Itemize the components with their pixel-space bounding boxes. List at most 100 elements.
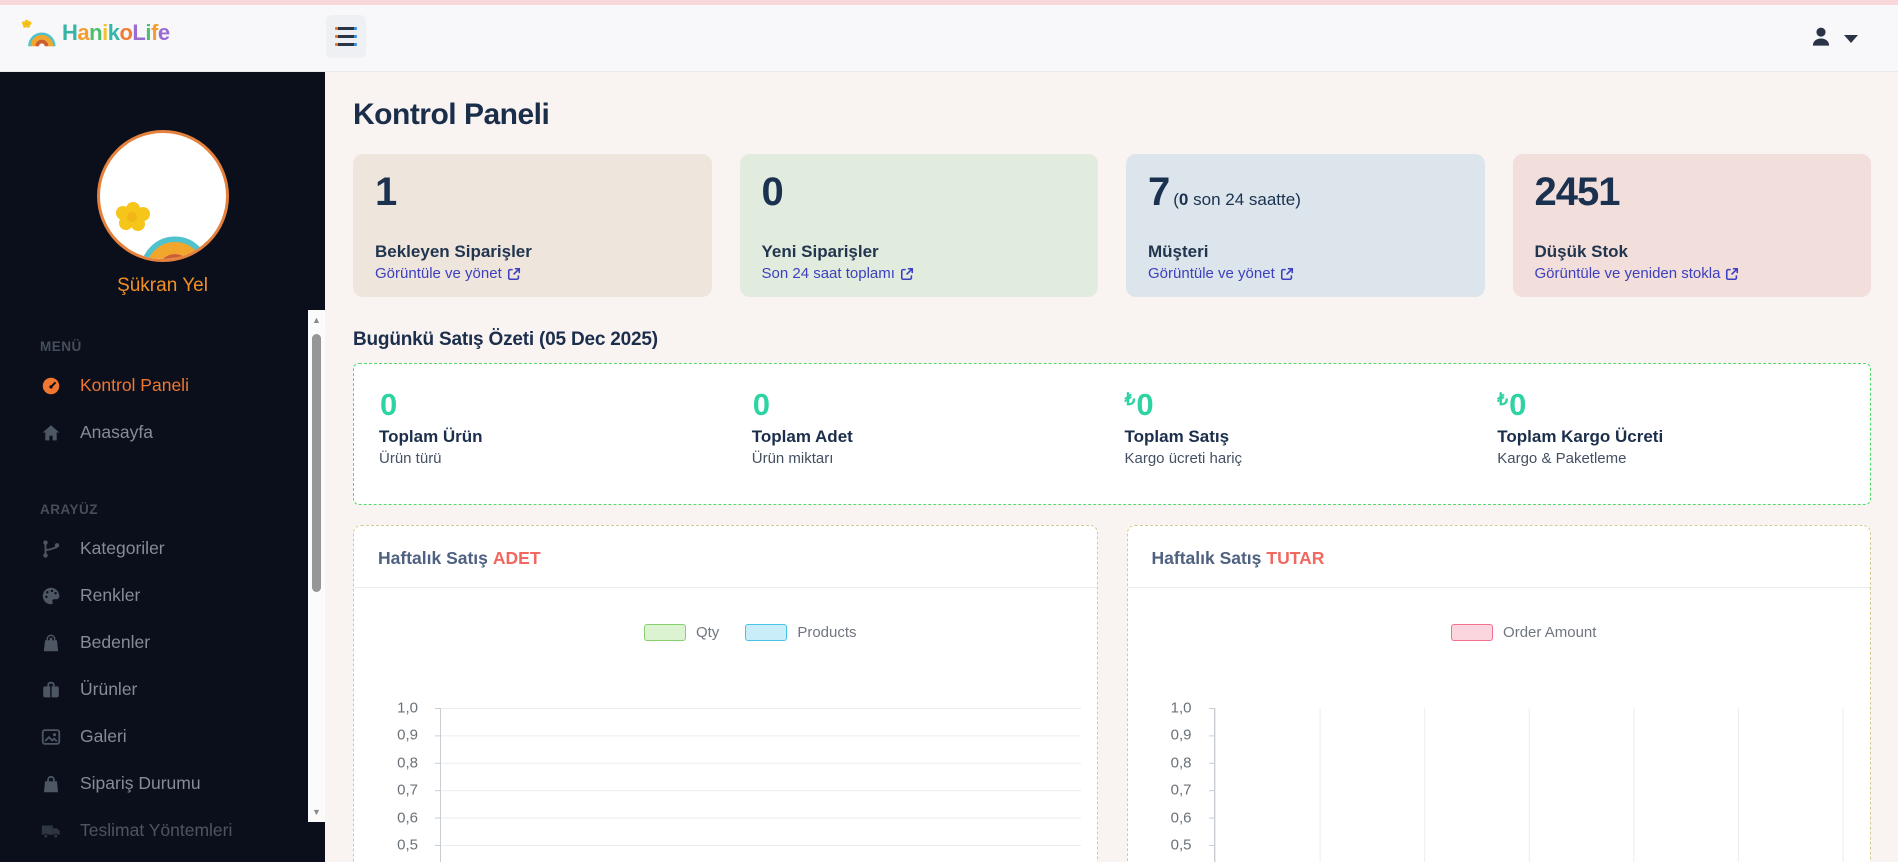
- truck-icon: [41, 825, 60, 839]
- stat-value: 2451: [1534, 170, 1621, 214]
- external-link-icon: [1280, 267, 1293, 280]
- chart-legend: Order Amount: [1128, 588, 1871, 641]
- legend-swatch: [745, 624, 788, 641]
- chart-title: Haftalık Satış TUTAR: [1127, 526, 1870, 588]
- chart-tag: ADET: [492, 548, 541, 568]
- y-tick: 0,6: [397, 809, 418, 827]
- y-tick: 1,0: [397, 699, 418, 717]
- stat-value: 7 (0 son 24 saatte): [1148, 170, 1301, 214]
- gallery-icon: [41, 728, 61, 745]
- legend-item-order-amount[interactable]: Order Amount: [1451, 624, 1596, 641]
- scroll-down-icon[interactable]: ▼: [308, 804, 325, 820]
- stat-label: Bekleyen Siparişler: [375, 242, 532, 261]
- external-link-icon: [1726, 267, 1739, 280]
- y-tick: 0,8: [397, 754, 418, 772]
- y-tick: 0,9: [1170, 726, 1192, 744]
- summary-value: 0: [752, 387, 770, 422]
- stat-card-yeni-siparisler: 0 Yeni Siparişler Son 24 saat toplamı: [739, 154, 1098, 297]
- sidebar-item-siparis-durumu[interactable]: Sipariş Durumu: [0, 760, 325, 807]
- rainbow-logo-icon: [22, 19, 56, 47]
- sidebar-item-urunler[interactable]: Ürünler: [0, 666, 325, 713]
- stat-card-bekleyen-siparisler: 1 Bekleyen Siparişler Görüntüle ve yönet: [353, 154, 712, 297]
- sizes-bag-icon: [43, 634, 59, 651]
- brand-logo[interactable]: HanikoLife: [22, 18, 170, 48]
- summary-col-toplam-urun: 0 Toplam Ürün Ürün türü: [379, 387, 752, 504]
- brand-name: HanikoLife: [62, 20, 170, 45]
- chart-legend: Qty Products: [354, 588, 1097, 641]
- categories-icon: [43, 539, 60, 558]
- summary-value: 0: [380, 387, 398, 422]
- page-title: Kontrol Paneli: [353, 98, 550, 131]
- y-tick: 0,8: [1170, 754, 1192, 772]
- stat-label: Yeni Siparişler: [761, 242, 879, 261]
- user-menu[interactable]: [1808, 24, 1858, 50]
- top-accent-strip: [0, 0, 1898, 5]
- stat-value: 0: [761, 170, 784, 214]
- avatar[interactable]: [96, 130, 229, 262]
- chart-grid: [1208, 708, 1854, 862]
- sidebar-scrollbar[interactable]: ▲ ▼: [308, 310, 325, 822]
- external-link-icon: [507, 267, 520, 280]
- sidebar-item-anasayfa[interactable]: Anasayfa: [0, 409, 325, 456]
- stat-card-musteri: 7 (0 son 24 saatte) Müşteri Görüntüle ve …: [1126, 154, 1485, 297]
- summary-col-toplam-adet: 0 Toplam Adet Ürün miktarı: [752, 387, 1125, 504]
- menu-section-label: MENÜ: [40, 339, 82, 354]
- view-restock-link[interactable]: Görüntüle ve yeniden stokla: [1535, 265, 1850, 282]
- legend-item-products[interactable]: Products: [745, 624, 857, 641]
- sidebar-item-teslimat-yontemleri[interactable]: Teslimat Yöntemleri: [0, 807, 325, 854]
- daily-summary-box: 0 Toplam Ürün Ürün türü 0 Toplam Adet Ür…: [353, 363, 1871, 505]
- scroll-up-icon[interactable]: ▲: [308, 312, 325, 328]
- top-header: HanikoLife: [0, 0, 1898, 72]
- legend-swatch: [1451, 624, 1494, 641]
- daily-summary-heading: Bugünkü Satış Özeti (05 Dec 2025): [353, 329, 658, 350]
- sidebar: Şükran Yel MENÜ Kontrol Paneli Anasayfa …: [0, 72, 325, 862]
- y-tick: 0,7: [1170, 781, 1192, 799]
- stat-card-dusuk-stok: 2451 Düşük Stok Görüntüle ve yeniden sto…: [1512, 154, 1871, 297]
- summary-value: ₺0: [1124, 387, 1154, 422]
- main-content: Kontrol Paneli 1 Bekleyen Siparişler Gör…: [325, 72, 1898, 862]
- menu-toggle-button[interactable]: [326, 15, 366, 58]
- chart-plot-area: 1,0 0,9 0,8 0,7 0,6 0,5 0,4 0,3: [1152, 699, 1854, 862]
- chart-card-tutar: Haftalık Satış TUTAR Order Amount 1,0 0,9…: [1126, 525, 1871, 862]
- legend-item-qty[interactable]: Qty: [643, 624, 719, 641]
- chart-plot-area: 1,0 0,9 0,8 0,7 0,6 0,5 0,4 0,3: [378, 700, 1081, 862]
- stat-label: Müşteri: [1148, 242, 1209, 261]
- sidebar-item-kontrol-paneli[interactable]: Kontrol Paneli: [0, 362, 325, 409]
- summary-col-toplam-satis: ₺0 Toplam Satış Kargo ücreti hariç: [1124, 387, 1498, 504]
- chart-card-adet: Haftalık Satış ADET Qty Products 1,0 0,9 …: [353, 525, 1098, 862]
- menu-section-label: ARAYÜZ: [40, 502, 99, 517]
- sidebar-menu: MENÜ Kontrol Paneli Anasayfa ARAYÜZ Kate…: [0, 315, 325, 862]
- charts-row: Haftalık Satış ADET Qty Products 1,0 0,9 …: [353, 525, 1871, 862]
- stat-cards-row: 1 Bekleyen Siparişler Görüntüle ve yönet…: [353, 154, 1871, 297]
- y-tick: 0,5: [1170, 836, 1192, 854]
- chart-grid: [435, 708, 1081, 862]
- stat-label: Düşük Stok: [1534, 242, 1629, 261]
- last-24h-total-link[interactable]: Son 24 saat toplamı: [762, 265, 1077, 282]
- scrollbar-thumb[interactable]: [312, 334, 321, 592]
- flower-icon: [115, 202, 150, 232]
- sidebar-item-bedenler[interactable]: Bedenler: [0, 619, 325, 666]
- y-tick: 0,9: [397, 726, 418, 744]
- y-tick: 0,6: [1170, 809, 1192, 827]
- sidebar-item-renkler[interactable]: Renkler: [0, 572, 325, 619]
- user-icon: [1812, 27, 1830, 46]
- order-status-icon: [43, 775, 59, 792]
- stat-value: 1: [375, 170, 397, 214]
- view-manage-link[interactable]: Görüntüle ve yönet: [1148, 265, 1463, 282]
- home-icon: [42, 424, 60, 440]
- sidebar-profile: Şükran Yel: [0, 72, 325, 297]
- chevron-down-icon: [1844, 35, 1858, 43]
- view-manage-link[interactable]: Görüntüle ve yönet: [375, 265, 690, 282]
- stat-extra: (0 son 24 saatte): [1173, 190, 1301, 209]
- sidebar-item-kategoriler[interactable]: Kategoriler: [0, 525, 325, 572]
- y-tick: 0,5: [397, 836, 418, 854]
- external-link-icon: [900, 267, 913, 280]
- y-tick: 0,7: [397, 781, 418, 799]
- y-tick: 1,0: [1170, 699, 1192, 717]
- summary-value: ₺0: [1497, 387, 1527, 422]
- summary-col-toplam-kargo: ₺0 Toplam Kargo Ücreti Kargo & Paketleme: [1497, 387, 1870, 504]
- legend-swatch: [643, 624, 686, 641]
- products-icon: [43, 681, 59, 697]
- sidebar-item-galeri[interactable]: Galeri: [0, 713, 325, 760]
- dashboard-icon: [42, 377, 60, 394]
